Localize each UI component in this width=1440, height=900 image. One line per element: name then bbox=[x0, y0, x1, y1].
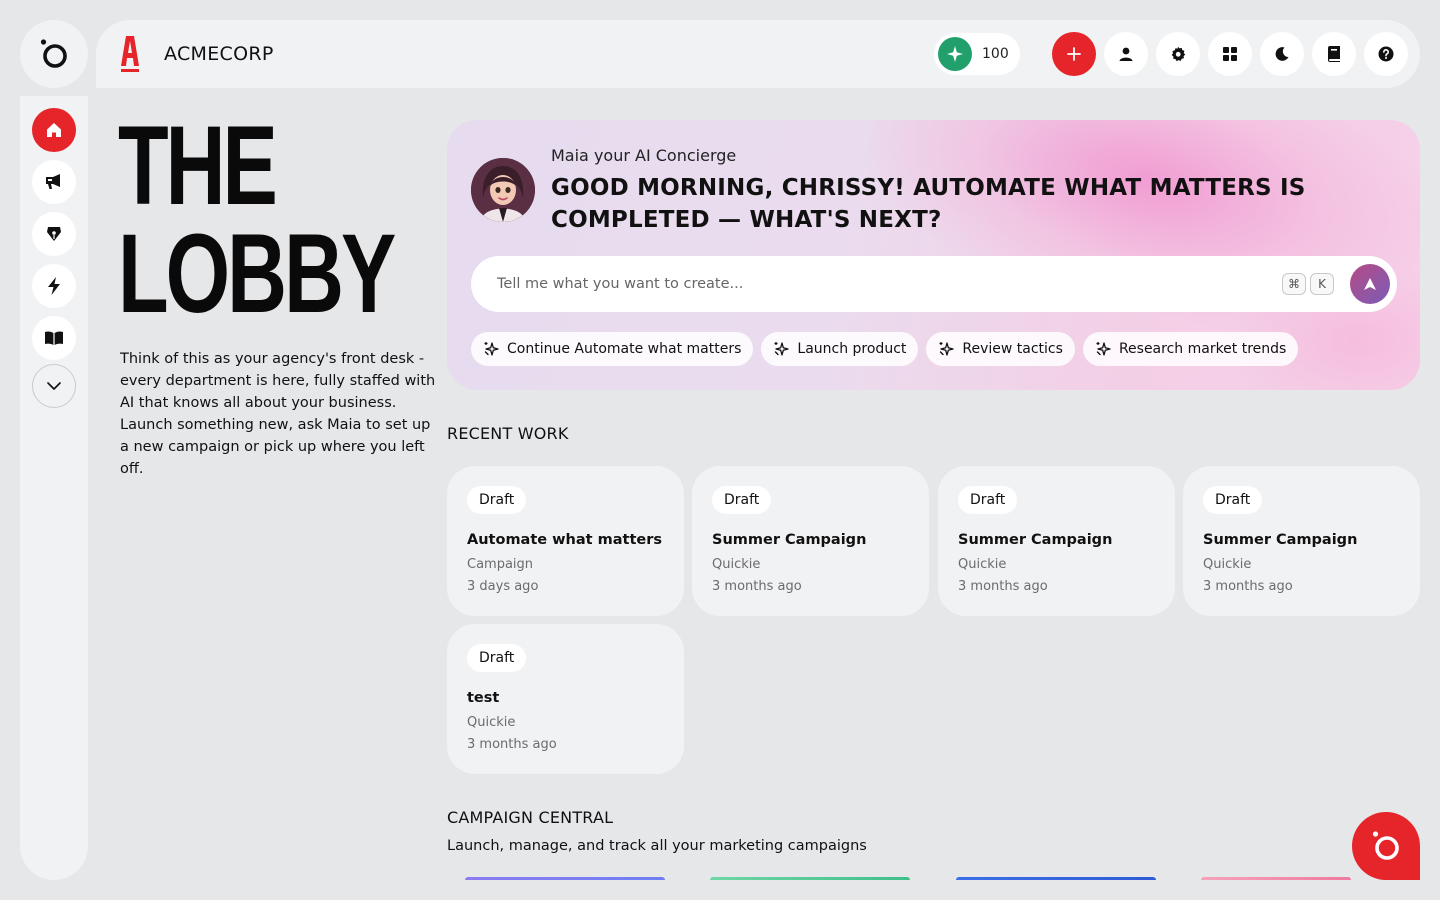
concierge-greeting: GOOD MORNING, CHRISSY! AUTOMATE WHAT MAT… bbox=[551, 175, 1306, 233]
page-title: THE LOBBY bbox=[118, 103, 396, 336]
brand-name[interactable]: ACMECORP bbox=[164, 43, 274, 65]
status-badge: Draft bbox=[1203, 486, 1263, 514]
assistant-fab-button[interactable] bbox=[1352, 812, 1420, 880]
send-arrow-icon bbox=[1364, 278, 1376, 290]
moon-icon bbox=[1275, 47, 1289, 61]
suggestion-chip[interactable]: Review tactics bbox=[926, 332, 1075, 366]
sidebar-item-creative[interactable] bbox=[32, 212, 76, 256]
concierge-avatar bbox=[471, 158, 535, 222]
credits-badge[interactable]: 100 bbox=[934, 33, 1020, 75]
sparkles-icon bbox=[939, 342, 955, 356]
help-icon bbox=[1378, 46, 1394, 62]
card-timestamp: 3 months ago bbox=[958, 579, 1048, 594]
sparkles-icon bbox=[1096, 342, 1111, 356]
sidebar-item-home[interactable] bbox=[32, 108, 76, 152]
recent-work-card[interactable]: Draft Summer Campaign Quickie 3 months a… bbox=[1183, 466, 1420, 616]
grid-icon bbox=[1223, 47, 1237, 61]
concierge-label: Maia your AI Concierge bbox=[551, 146, 737, 165]
suggestion-chip-label: Continue Automate what matters bbox=[507, 341, 742, 357]
pen-icon bbox=[47, 227, 61, 241]
status-badge: Draft bbox=[712, 486, 772, 514]
app-logo[interactable] bbox=[20, 20, 88, 88]
recent-work-card[interactable]: Draft Summer Campaign Quickie 3 months a… bbox=[692, 466, 929, 616]
bolt-icon bbox=[48, 277, 60, 295]
megaphone-icon bbox=[46, 174, 60, 189]
sparkle-icon bbox=[938, 37, 972, 71]
suggestion-chip[interactable]: Launch product bbox=[761, 332, 919, 366]
book-icon bbox=[1328, 46, 1340, 62]
status-badge: Draft bbox=[467, 486, 527, 514]
library-button[interactable] bbox=[1312, 32, 1356, 76]
ai-concierge-panel: Maia your AI Concierge GOOD MORNING, CHR… bbox=[447, 120, 1420, 390]
card-title: test bbox=[467, 690, 500, 706]
card-type: Campaign bbox=[467, 557, 534, 572]
app-logo-icon bbox=[1372, 831, 1399, 860]
page-description: Think of this as your agency's front des… bbox=[120, 351, 436, 477]
plus-icon bbox=[1067, 47, 1081, 61]
card-timestamp: 3 months ago bbox=[467, 737, 557, 752]
campaign-card-preview[interactable] bbox=[710, 877, 910, 880]
create-button[interactable] bbox=[1052, 32, 1096, 76]
page-title-line1: THE bbox=[118, 103, 278, 228]
book-open-icon bbox=[45, 331, 63, 345]
recent-work-card[interactable]: Draft Summer Campaign Quickie 3 months a… bbox=[938, 466, 1175, 616]
prompt-bar: ⌘ K bbox=[471, 256, 1397, 312]
card-title: Summer Campaign bbox=[1203, 532, 1358, 548]
app-logo-icon bbox=[40, 39, 67, 68]
card-title: Summer Campaign bbox=[958, 532, 1113, 548]
card-timestamp: 3 months ago bbox=[1203, 579, 1293, 594]
card-title: Automate what matters bbox=[467, 532, 662, 548]
sidebar-expand-button[interactable] bbox=[32, 364, 76, 408]
campaign-card-preview[interactable] bbox=[465, 877, 665, 880]
user-icon bbox=[1119, 47, 1133, 61]
card-type: Quickie bbox=[958, 557, 1007, 572]
card-timestamp: 3 days ago bbox=[467, 579, 539, 594]
sparkles-icon bbox=[484, 342, 499, 356]
prompt-input[interactable] bbox=[497, 256, 1257, 312]
campaign-central-subtitle: Launch, manage, and track all your marke… bbox=[447, 838, 867, 854]
send-button[interactable] bbox=[1350, 264, 1390, 304]
suggestion-chip-label: Launch product bbox=[797, 341, 907, 357]
credits-count: 100 bbox=[982, 46, 1009, 62]
shortcut-k-key: K bbox=[1310, 273, 1334, 295]
card-title: Summer Campaign bbox=[712, 532, 867, 548]
recent-work-title: RECENT WORK bbox=[447, 424, 569, 443]
campaign-central-title: CAMPAIGN CENTRAL bbox=[447, 808, 614, 827]
campaign-card-preview[interactable] bbox=[956, 877, 1156, 880]
chevron-down-icon bbox=[47, 382, 61, 390]
card-type: Quickie bbox=[712, 557, 761, 572]
top-bar: ACMECORP 100 bbox=[96, 20, 1420, 88]
card-timestamp: 3 months ago bbox=[712, 579, 802, 594]
sidebar bbox=[20, 96, 88, 880]
brand-logo-icon bbox=[118, 34, 142, 74]
sparkles-icon bbox=[774, 342, 790, 356]
page-title-line2: LOBBY bbox=[118, 211, 396, 336]
theme-toggle-button[interactable] bbox=[1260, 32, 1304, 76]
suggestion-chip[interactable]: Continue Automate what matters bbox=[471, 332, 754, 366]
status-badge: Draft bbox=[467, 644, 527, 672]
suggestion-chip-label: Research market trends bbox=[1118, 341, 1287, 357]
home-icon bbox=[47, 123, 61, 137]
shortcut-cmd-key: ⌘ bbox=[1282, 273, 1306, 295]
settings-button[interactable] bbox=[1156, 32, 1200, 76]
suggestion-chips: Continue Automate what matters Launch pr… bbox=[471, 332, 1299, 366]
suggestion-chip[interactable]: Research market trends bbox=[1082, 332, 1299, 366]
recent-work-card[interactable]: Draft Automate what matters Campaign 3 d… bbox=[447, 466, 684, 616]
sidebar-item-library[interactable] bbox=[32, 316, 76, 360]
profile-button[interactable] bbox=[1104, 32, 1148, 76]
sidebar-item-automations[interactable] bbox=[32, 264, 76, 308]
campaign-card-preview[interactable] bbox=[1201, 877, 1351, 880]
help-button[interactable] bbox=[1364, 32, 1408, 76]
card-type: Quickie bbox=[1203, 557, 1252, 572]
status-badge: Draft bbox=[958, 486, 1018, 514]
gear-icon bbox=[1171, 46, 1186, 62]
sidebar-item-campaigns[interactable] bbox=[32, 160, 76, 204]
card-type: Quickie bbox=[467, 715, 516, 730]
suggestion-chip-label: Review tactics bbox=[962, 341, 1063, 357]
recent-work-card[interactable]: Draft test Quickie 3 months ago bbox=[447, 624, 684, 774]
apps-button[interactable] bbox=[1208, 32, 1252, 76]
